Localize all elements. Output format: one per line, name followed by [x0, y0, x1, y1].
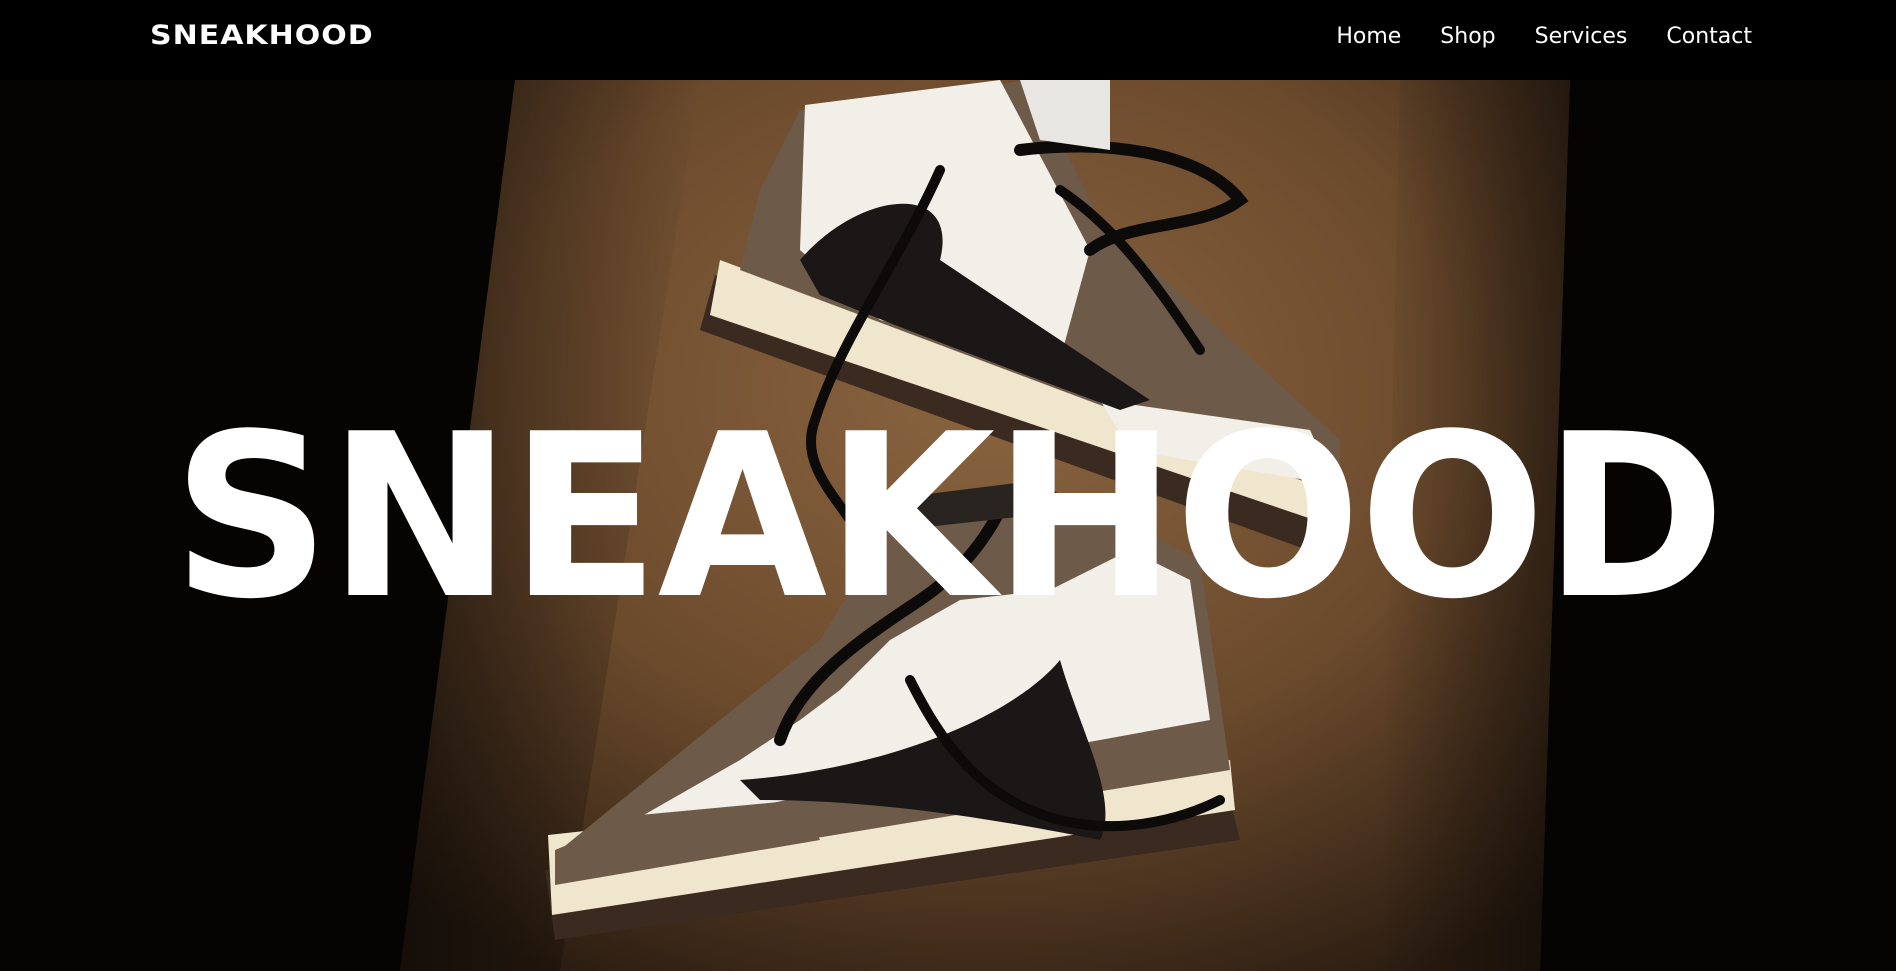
page: SNEAKHOOD Home Shop Services Contact SNE… [0, 0, 1896, 971]
brand-logo[interactable]: SNEAKHOOD [150, 20, 374, 52]
top-navbar: SNEAKHOOD Home Shop Services Contact [0, 0, 1896, 80]
nav-home-link[interactable]: Home [1336, 24, 1401, 49]
nav-shop-link[interactable]: Shop [1440, 24, 1495, 49]
hero-section: SNEAKHOOD [0, 80, 1896, 971]
hero-title: SNEAKHOOD [172, 386, 1725, 649]
nav-services-link[interactable]: Services [1535, 24, 1628, 49]
nav-links: Home Shop Services Contact [1336, 24, 1752, 49]
nav-contact-link[interactable]: Contact [1666, 24, 1752, 49]
